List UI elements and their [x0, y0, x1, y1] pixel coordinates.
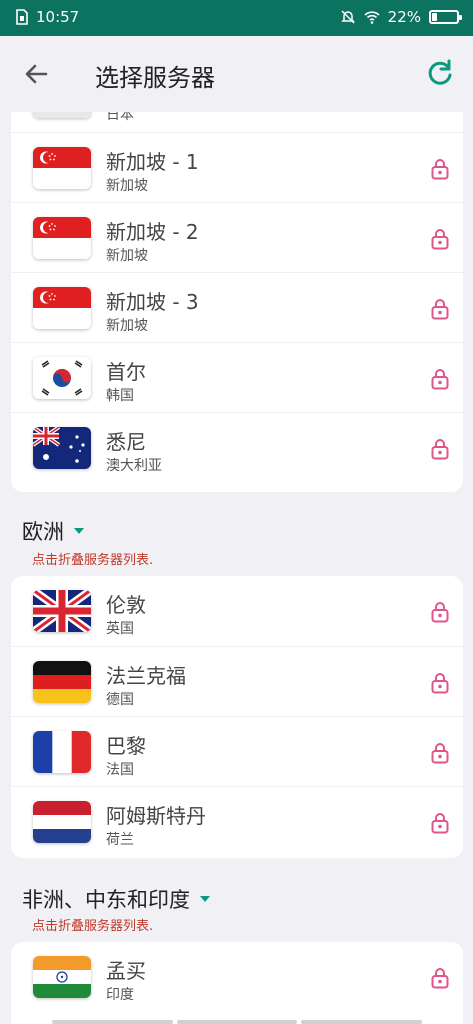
server-country: 韩国: [106, 388, 134, 404]
singapore-flag-icon: [33, 287, 91, 329]
server-country: 法国: [106, 762, 134, 778]
section-hint: 点击折叠服务器列表.: [32, 919, 154, 934]
africa-server-card: 孟买 印度: [11, 942, 463, 1024]
section-title: 欧洲: [22, 520, 64, 544]
lock-icon: [431, 968, 449, 989]
wifi-icon: [364, 11, 380, 24]
server-country: 新加坡: [106, 248, 148, 264]
section-title: 非洲、中东和印度: [22, 888, 190, 912]
lock-icon: [431, 743, 449, 764]
server-row[interactable]: 新加坡 - 3 新加坡: [11, 272, 463, 342]
server-city: 新加坡 - 1: [106, 150, 199, 174]
server-city: 悉尼: [106, 430, 146, 454]
server-row-japan-partial[interactable]: 日本: [11, 112, 463, 132]
server-country: 新加坡: [106, 178, 148, 194]
sim-card-icon: [16, 9, 28, 25]
server-city: 阿姆斯特丹: [106, 804, 206, 828]
server-city: 伦敦: [106, 593, 146, 617]
server-row[interactable]: 新加坡 - 1 新加坡: [11, 132, 463, 202]
server-country: 新加坡: [106, 318, 148, 334]
server-list[interactable]: 日本 新加坡 - 1 新加坡 新加坡 - 2 新加坡 新加坡 - 3 新加坡 首…: [0, 112, 473, 1024]
server-country: 德国: [106, 692, 134, 708]
server-row[interactable]: 伦敦 英国: [11, 576, 463, 646]
lock-icon: [431, 602, 449, 623]
uk-flag-icon: [33, 590, 91, 632]
battery-icon: [429, 10, 462, 24]
france-flag-icon: [33, 731, 91, 773]
lock-icon: [431, 159, 449, 180]
server-city: 巴黎: [106, 734, 146, 758]
japan-flag-icon: [33, 112, 91, 118]
back-arrow-icon[interactable]: [20, 58, 52, 90]
lock-icon: [431, 299, 449, 320]
server-country: 荷兰: [106, 832, 134, 848]
status-time: 10:57: [36, 8, 80, 26]
mute-bell-icon: [340, 10, 355, 24]
scroll-indicator: [52, 1020, 423, 1024]
page-title: 选择服务器: [95, 64, 215, 92]
lock-icon: [431, 229, 449, 250]
germany-flag-icon: [33, 661, 91, 703]
singapore-flag-icon: [33, 147, 91, 189]
europe-server-card: 伦敦 英国 法兰克福 德国 巴黎 法国 阿姆斯特丹 荷兰: [11, 576, 463, 858]
caret-down-icon: [74, 528, 84, 534]
app-bar: 选择服务器: [0, 36, 473, 112]
korea-flag-icon: [33, 357, 91, 399]
lock-icon: [431, 813, 449, 834]
lock-icon: [431, 673, 449, 694]
server-row[interactable]: 巴黎 法国: [11, 716, 463, 786]
singapore-flag-icon: [33, 217, 91, 259]
server-city: 新加坡 - 3: [106, 290, 199, 314]
section-hint: 点击折叠服务器列表.: [32, 553, 154, 568]
server-city: 新加坡 - 2: [106, 220, 199, 244]
status-bar: 10:57 22%: [0, 0, 473, 36]
server-city: 孟买: [106, 959, 146, 983]
server-country: 印度: [106, 987, 134, 1003]
server-country: 英国: [106, 621, 134, 637]
server-row[interactable]: 悉尼 澳大利亚: [11, 412, 463, 482]
server-country: 澳大利亚: [106, 458, 162, 474]
lock-icon: [431, 369, 449, 390]
caret-down-icon: [200, 896, 210, 902]
server-row[interactable]: 孟买 印度: [11, 942, 463, 1012]
server-row[interactable]: 新加坡 - 2 新加坡: [11, 202, 463, 272]
section-header-europe[interactable]: 欧洲: [22, 516, 84, 546]
server-city: 法兰克福: [106, 664, 186, 688]
section-header-africa-middle-east-india[interactable]: 非洲、中东和印度: [22, 884, 210, 914]
server-row[interactable]: 阿姆斯特丹 荷兰: [11, 786, 463, 856]
netherlands-flag-icon: [33, 801, 91, 843]
india-flag-icon: [33, 956, 91, 998]
server-row[interactable]: 法兰克福 德国: [11, 646, 463, 716]
battery-percent: 22%: [387, 8, 421, 26]
australia-flag-icon: [33, 427, 91, 469]
server-city: 首尔: [106, 360, 146, 384]
server-country: 日本: [106, 112, 134, 123]
refresh-icon[interactable]: [425, 58, 455, 88]
server-row[interactable]: 首尔 韩国: [11, 342, 463, 412]
lock-icon: [431, 439, 449, 460]
asia-server-card: 日本 新加坡 - 1 新加坡 新加坡 - 2 新加坡 新加坡 - 3 新加坡 首…: [11, 112, 463, 492]
